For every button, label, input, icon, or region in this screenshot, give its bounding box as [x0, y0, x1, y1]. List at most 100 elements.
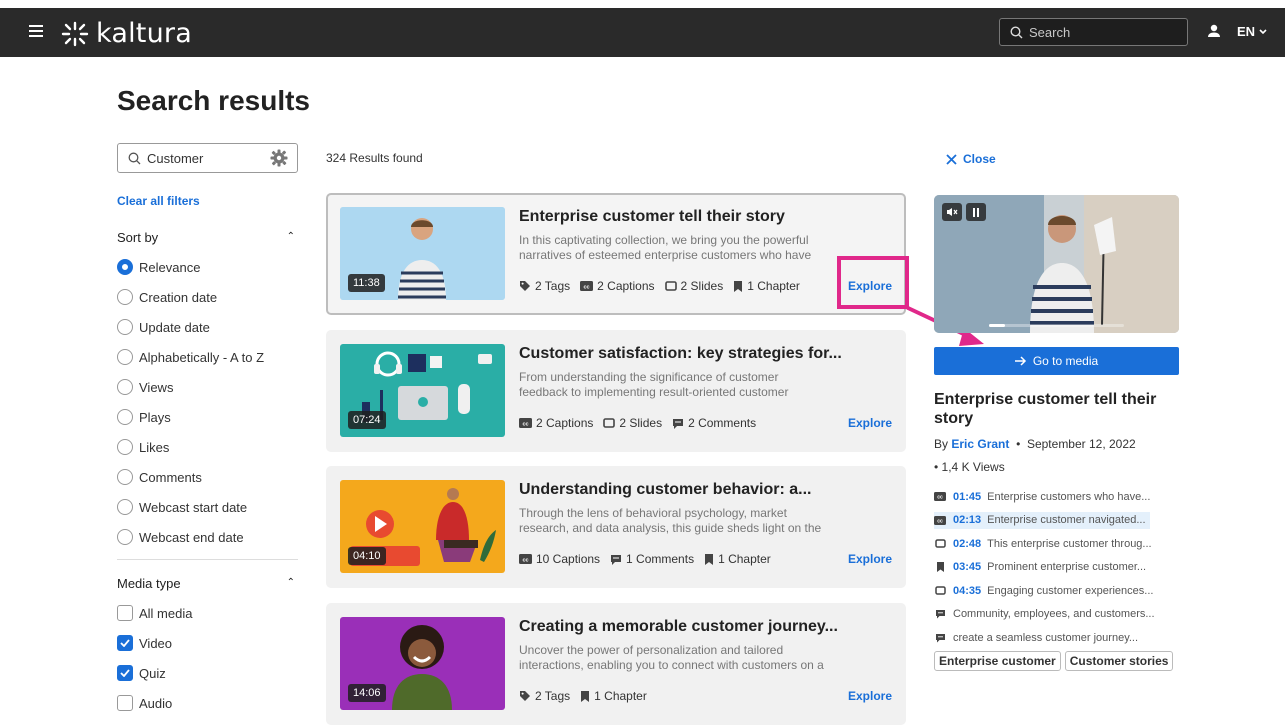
result-meta: 2 Tags cc 2 Captions 2 Slides 1 Chapter: [519, 279, 800, 293]
bullet-separator: •: [934, 460, 942, 474]
checkbox[interactable]: [117, 665, 133, 681]
media-type-option[interactable]: Audio: [117, 695, 172, 711]
mute-button[interactable]: [942, 203, 962, 221]
sort-option-label: Creation date: [139, 289, 218, 305]
media-type-option[interactable]: All media: [117, 605, 192, 621]
duration-badge: 04:10: [348, 547, 386, 565]
explore-link[interactable]: Explore: [848, 416, 892, 430]
result-meta: cc 2 Captions 2 Slides 2 Comments: [519, 416, 756, 430]
result-title[interactable]: Enterprise customer tell their story: [519, 208, 785, 226]
meta-captions: cc 2 Captions: [580, 279, 655, 293]
result-title[interactable]: Creating a memorable customer journey...: [519, 618, 838, 636]
sort-option[interactable]: Webcast end date: [117, 529, 244, 545]
sort-by-header[interactable]: Sort by ⌃: [117, 230, 295, 245]
radio-button[interactable]: [117, 469, 133, 485]
slide-icon-wrapper: [934, 539, 946, 548]
chapter-timestamp[interactable]: 01:45: [953, 491, 981, 503]
radio-button[interactable]: [117, 439, 133, 455]
meta-text: 1 Chapter: [747, 279, 800, 293]
result-thumbnail[interactable]: 07:24: [340, 344, 505, 437]
chapter-item[interactable]: 02:48 This enterprise customer throug...: [934, 535, 1156, 552]
radio-button[interactable]: [117, 499, 133, 515]
chapter-timestamp[interactable]: 04:35: [953, 585, 981, 597]
meta-text: 2 Captions: [536, 416, 594, 430]
author-link[interactable]: Eric Grant: [951, 437, 1009, 451]
user-icon[interactable]: [1207, 24, 1221, 38]
header-search[interactable]: [999, 18, 1188, 46]
result-card[interactable]: 11:38 Enterprise customer tell their sto…: [326, 193, 906, 315]
meta-slides: 2 Slides: [664, 279, 723, 293]
result-card[interactable]: 14:06 Creating a memorable customer jour…: [326, 603, 906, 725]
radio-button[interactable]: [117, 379, 133, 395]
result-thumbnail[interactable]: 04:10: [340, 480, 505, 573]
checkbox[interactable]: [117, 605, 133, 621]
result-title[interactable]: Understanding customer behavior: a...: [519, 481, 812, 499]
video-progress-bar[interactable]: [989, 324, 1124, 327]
header-search-input[interactable]: [1029, 24, 1179, 40]
radio-button[interactable]: [117, 259, 133, 275]
radio-button[interactable]: [117, 319, 133, 335]
checkbox[interactable]: [117, 695, 133, 711]
result-card[interactable]: 07:24 Customer satisfaction: key strateg…: [326, 330, 906, 452]
meta-comments: 1 Comments: [610, 552, 694, 566]
sort-option[interactable]: Relevance: [117, 259, 200, 275]
result-thumbnail[interactable]: 11:38: [340, 207, 505, 300]
chapter-item[interactable]: 03:45 Prominent enterprise customer...: [934, 559, 1150, 576]
media-type-label: Audio: [139, 695, 173, 711]
clear-all-filters-link[interactable]: Clear all filters: [117, 194, 200, 208]
result-meta: 2 Tags 1 Chapter: [519, 689, 647, 703]
sort-option[interactable]: Alphabetically - A to Z: [117, 349, 264, 365]
explore-link[interactable]: Explore: [848, 689, 892, 703]
progress-fill: [989, 324, 1006, 327]
chapter-item[interactable]: cc 01:45 Enterprise customers who have...: [934, 488, 1154, 505]
gear-icon[interactable]: [270, 149, 288, 167]
meta-text: 10 Captions: [536, 552, 601, 566]
media-type-option[interactable]: Video: [117, 635, 172, 651]
chapter-item[interactable]: 04:35 Engaging customer experiences...: [934, 582, 1157, 599]
media-type-header[interactable]: Media type ⌃: [117, 576, 295, 591]
sort-option[interactable]: Likes: [117, 439, 169, 455]
sort-option[interactable]: Webcast start date: [117, 499, 247, 515]
chevron-up-icon[interactable]: ⌃: [287, 577, 295, 588]
chapter-timestamp[interactable]: 03:45: [953, 561, 981, 573]
sort-option[interactable]: Views: [117, 379, 173, 395]
video-player[interactable]: [934, 195, 1179, 333]
chevron-up-icon[interactable]: ⌃: [287, 231, 295, 242]
tag-chip[interactable]: Customer stories: [1064, 651, 1174, 671]
result-title[interactable]: Customer satisfaction: key strategies fo…: [519, 345, 842, 363]
close-button[interactable]: Close: [946, 152, 996, 166]
radio-button[interactable]: [117, 409, 133, 425]
explore-link[interactable]: Explore: [848, 552, 892, 566]
radio-button[interactable]: [117, 529, 133, 545]
sort-option[interactable]: Update date: [117, 319, 210, 335]
sort-option[interactable]: Comments: [117, 469, 202, 485]
chapter-text: Enterprise customer navigated...: [987, 514, 1146, 526]
radio-button[interactable]: [117, 349, 133, 365]
annotation-highlight-box: [837, 256, 909, 309]
filter-search[interactable]: [117, 143, 298, 173]
result-thumbnail[interactable]: 14:06: [340, 617, 505, 710]
sort-option[interactable]: Plays: [117, 409, 171, 425]
chapter-timestamp[interactable]: 02:13: [953, 514, 981, 526]
checkbox[interactable]: [117, 635, 133, 651]
result-card[interactable]: 04:10 Understanding customer behavior: a…: [326, 466, 906, 588]
meta-text: 2 Slides: [619, 416, 663, 430]
chapter-timestamp[interactable]: 02:48: [953, 538, 981, 550]
sort-option[interactable]: Creation date: [117, 289, 217, 305]
menu-icon[interactable]: [29, 25, 43, 37]
filter-search-input[interactable]: [147, 150, 257, 166]
chapter-item[interactable]: Community, employees, and customers...: [934, 606, 1159, 623]
go-to-media-button[interactable]: Go to media: [934, 347, 1179, 375]
radio-button[interactable]: [117, 289, 133, 305]
language-selector[interactable]: EN: [1237, 24, 1267, 39]
kaltura-logo[interactable]: kaltura: [60, 18, 192, 49]
views-text: 1,4 K Views: [941, 460, 1005, 474]
slides-icon: [603, 418, 616, 428]
slides-icon: [934, 539, 946, 548]
chapter-item[interactable]: cc 02:13 Enterprise customer navigated...: [934, 511, 1150, 529]
pause-icon: [973, 207, 979, 217]
chapter-item[interactable]: create a seamless customer journey...: [934, 629, 1142, 646]
media-type-option[interactable]: Quiz: [117, 665, 166, 681]
pause-button[interactable]: [966, 203, 986, 221]
tag-chip[interactable]: Enterprise customer: [934, 651, 1061, 671]
